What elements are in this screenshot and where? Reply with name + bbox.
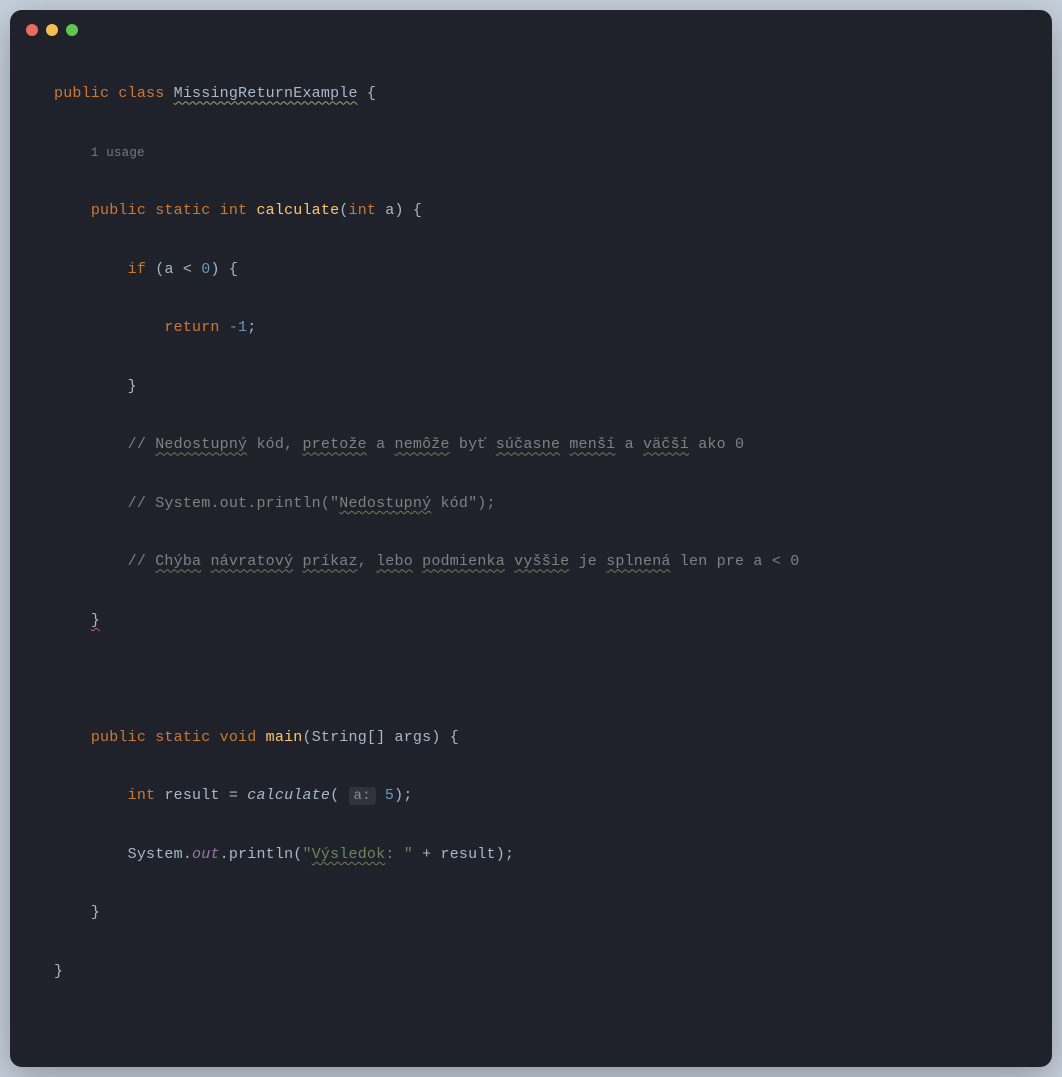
number: 5 (385, 787, 394, 804)
punct: ( (339, 202, 348, 219)
punct: ) (431, 729, 440, 746)
variable: result (164, 787, 219, 804)
variable: result (441, 846, 496, 863)
punct: ; (247, 319, 256, 336)
class-name: MissingReturnExample (174, 85, 358, 102)
editor-window: public class MissingReturnExample { 1 us… (10, 10, 1052, 1067)
type: int (220, 202, 248, 219)
op: + (413, 846, 441, 863)
titlebar (10, 10, 1052, 42)
punct: } (128, 378, 137, 395)
identifier: a (164, 261, 173, 278)
keyword: public (91, 202, 146, 219)
minimize-button[interactable] (46, 24, 58, 36)
zoom-button[interactable] (66, 24, 78, 36)
punct: { (404, 202, 422, 219)
punct: ( (293, 846, 302, 863)
method-call: calculate (247, 787, 330, 804)
punct: } (91, 904, 100, 921)
keyword: class (118, 85, 164, 102)
param-name-hint: a: (349, 787, 376, 805)
punct: { (220, 261, 238, 278)
usage-hint: 1 usage (91, 146, 145, 160)
method-call: println (229, 846, 293, 863)
param-name: a (376, 202, 394, 219)
string: "Výsledok: " (302, 846, 412, 863)
method-calculate: calculate (256, 202, 339, 219)
punct: ) (496, 846, 505, 863)
method-main: main (266, 729, 303, 746)
keyword: if (128, 261, 146, 278)
punct: ; (505, 846, 514, 863)
keyword: void (220, 729, 257, 746)
number: -1 (229, 319, 247, 336)
class-ref: System (128, 846, 183, 863)
punct: } (54, 963, 63, 980)
param-type: int (349, 202, 377, 219)
comment: // System.out.println("Nedostupný kód"); (128, 495, 496, 512)
punct: ( (302, 729, 311, 746)
close-button[interactable] (26, 24, 38, 36)
comment: // Chýba návratový príkaz, lebo podmienk… (128, 553, 800, 570)
op: = (220, 787, 248, 804)
error-brace: } (91, 612, 100, 629)
keyword: public (91, 729, 146, 746)
code-editor[interactable]: public class MissingReturnExample { 1 us… (10, 42, 1052, 1067)
punct: { (358, 85, 376, 102)
punct: ( (330, 787, 339, 804)
comment: // Nedostupný kód, pretože a nemôže byť … (128, 436, 745, 453)
param: String[] args (312, 729, 432, 746)
punct: ) (210, 261, 219, 278)
keyword: static (155, 202, 210, 219)
keyword: public (54, 85, 109, 102)
punct: ) (394, 787, 403, 804)
punct: ) (395, 202, 404, 219)
punct: { (441, 729, 459, 746)
type: int (128, 787, 156, 804)
punct: ; (403, 787, 412, 804)
field: out (192, 846, 220, 863)
keyword: return (164, 319, 219, 336)
keyword: static (155, 729, 210, 746)
